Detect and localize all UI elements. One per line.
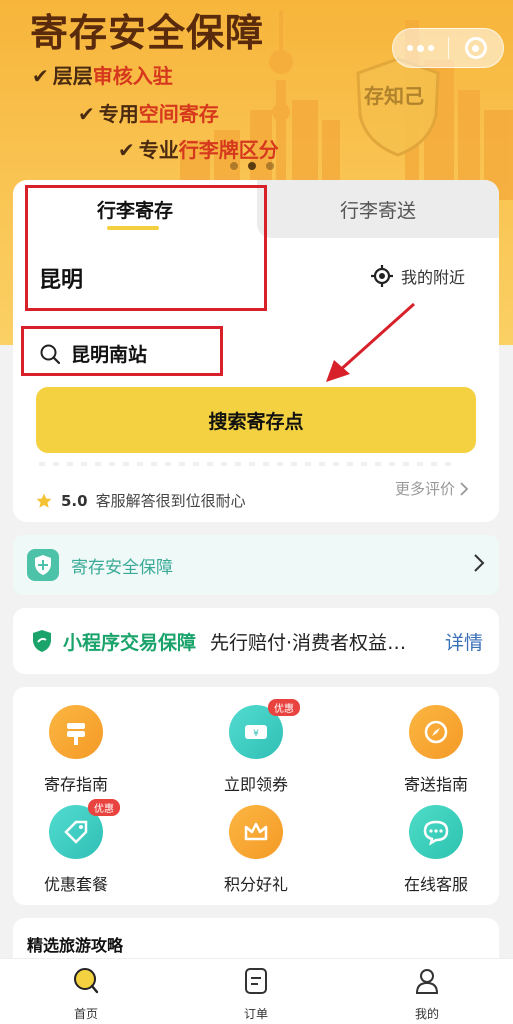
feature-prefix: 专业 bbox=[138, 138, 179, 162]
feature-line-3: ✔ 专业行李牌区分 bbox=[118, 134, 279, 163]
target-icon bbox=[464, 37, 487, 59]
carousel-indicator bbox=[230, 162, 274, 170]
service-label: 在线客服 bbox=[403, 875, 468, 894]
carousel-dot-active bbox=[248, 162, 256, 170]
nav-home[interactable]: 首页 bbox=[36, 967, 136, 1023]
storage-safety-banner[interactable]: 寄存安全保障 bbox=[13, 535, 499, 595]
nav-label: 首页 bbox=[73, 1007, 98, 1021]
profile-icon bbox=[415, 969, 439, 994]
check-icon: ✔ bbox=[32, 64, 49, 88]
more-reviews-label: 更多评价 bbox=[395, 480, 456, 498]
feature-highlight: 空间寄存 bbox=[138, 102, 219, 126]
chevron-right-icon bbox=[460, 481, 469, 496]
city-selector[interactable]: 昆明 bbox=[39, 262, 83, 294]
more-reviews-link[interactable]: 更多评价 bbox=[395, 478, 469, 499]
discount-badge: 优惠 bbox=[88, 799, 120, 816]
carousel-dot bbox=[266, 162, 274, 170]
star-icon bbox=[36, 493, 52, 508]
service-label: 寄送指南 bbox=[403, 775, 468, 794]
service-grid: 寄存指南 ¥ 优惠 立即领券 寄送指南 优惠 优惠套餐 积分好礼 在线客服 bbox=[13, 687, 499, 905]
safety-label: 寄存安全保障 bbox=[71, 557, 173, 578]
guarantee-title: 小程序交易保障 bbox=[63, 631, 197, 654]
more-options-button[interactable] bbox=[393, 28, 448, 68]
shield-text: 存知己 bbox=[364, 84, 424, 108]
transaction-guarantee-row[interactable]: 小程序交易保障 先行赔付·消费者权益保障 详情 bbox=[13, 608, 499, 674]
station-value: 昆明南站 bbox=[71, 344, 148, 366]
nav-orders[interactable]: 订单 bbox=[206, 967, 306, 1023]
review-text: 客服解答很到位很耐心 bbox=[95, 492, 246, 510]
nav-label: 订单 bbox=[243, 1007, 268, 1021]
service-label: 立即领券 bbox=[223, 775, 288, 794]
guarantee-description: 先行赔付·消费者权益保障 bbox=[210, 631, 416, 654]
check-icon: ✔ bbox=[78, 102, 95, 126]
location-target-icon bbox=[371, 265, 393, 287]
search-icon bbox=[40, 344, 61, 364]
search-storage-button[interactable]: 搜索寄存点 bbox=[36, 387, 476, 453]
check-icon: ✔ bbox=[118, 138, 135, 162]
search-card: 行李寄送 行李寄存 昆明 我的附近 昆明南站 搜索寄存点 更多评价 5.0 客服… bbox=[13, 180, 499, 522]
svg-text:¥: ¥ bbox=[253, 729, 259, 739]
service-online-support[interactable]: 在线客服 bbox=[376, 805, 496, 903]
review-snippet: 5.0 客服解答很到位很耐心 bbox=[35, 490, 246, 511]
order-icon bbox=[245, 968, 267, 994]
tab-luggage-delivery[interactable]: 行李寄送 bbox=[257, 180, 499, 238]
active-tab-indicator bbox=[107, 226, 159, 230]
nearby-label: 我的附近 bbox=[401, 268, 466, 287]
faded-divider bbox=[39, 462, 459, 466]
chat-icon bbox=[409, 805, 463, 859]
service-get-coupon[interactable]: ¥ 优惠 立即领券 bbox=[196, 699, 316, 803]
feature-prefix: 专用 bbox=[98, 102, 139, 126]
carousel-dot bbox=[230, 162, 238, 170]
chevron-right-icon bbox=[474, 554, 485, 572]
close-miniprogram-button[interactable] bbox=[449, 28, 503, 68]
dot-icon bbox=[428, 45, 434, 51]
annotation-arrow bbox=[326, 302, 416, 382]
signpost-icon bbox=[49, 705, 103, 759]
home-search-icon bbox=[74, 968, 99, 994]
shield-plus-icon bbox=[27, 549, 59, 581]
service-storage-guide[interactable]: 寄存指南 bbox=[16, 705, 136, 803]
section-title: 精选旅游攻略 bbox=[27, 936, 124, 955]
nav-profile[interactable]: 我的 bbox=[377, 967, 477, 1023]
compass-icon bbox=[409, 705, 463, 759]
miniprogram-capsule bbox=[392, 28, 504, 68]
dot-icon bbox=[417, 44, 424, 52]
nearby-button[interactable]: 我的附近 bbox=[371, 264, 465, 288]
service-discount-package[interactable]: 优惠 优惠套餐 bbox=[16, 799, 136, 903]
green-shield-icon bbox=[33, 630, 51, 652]
review-score: 5.0 bbox=[61, 491, 88, 510]
dot-icon bbox=[407, 45, 413, 51]
feature-highlight: 行李牌区分 bbox=[178, 138, 279, 162]
service-label: 积分好礼 bbox=[223, 875, 288, 894]
station-search-field[interactable]: 昆明南站 bbox=[39, 340, 147, 367]
service-label: 寄存指南 bbox=[43, 775, 108, 794]
discount-badge: 优惠 bbox=[268, 699, 300, 716]
nav-label: 我的 bbox=[414, 1007, 439, 1021]
service-label: 优惠套餐 bbox=[43, 875, 108, 894]
feature-prefix: 层层 bbox=[52, 64, 93, 88]
banner-title: 寄存安全保障 bbox=[30, 11, 265, 55]
service-points-gifts[interactable]: 积分好礼 bbox=[196, 805, 316, 903]
bottom-navigation: 首页 订单 我的 bbox=[0, 958, 513, 1024]
crown-icon bbox=[229, 805, 283, 859]
service-delivery-guide[interactable]: 寄送指南 bbox=[376, 705, 496, 803]
feature-highlight: 审核入驻 bbox=[92, 64, 173, 88]
guarantee-detail-link[interactable]: 详情 bbox=[445, 628, 483, 655]
feature-line-1: ✔ 层层审核入驻 bbox=[32, 60, 173, 89]
feature-line-2: ✔ 专用空间寄存 bbox=[78, 98, 219, 127]
